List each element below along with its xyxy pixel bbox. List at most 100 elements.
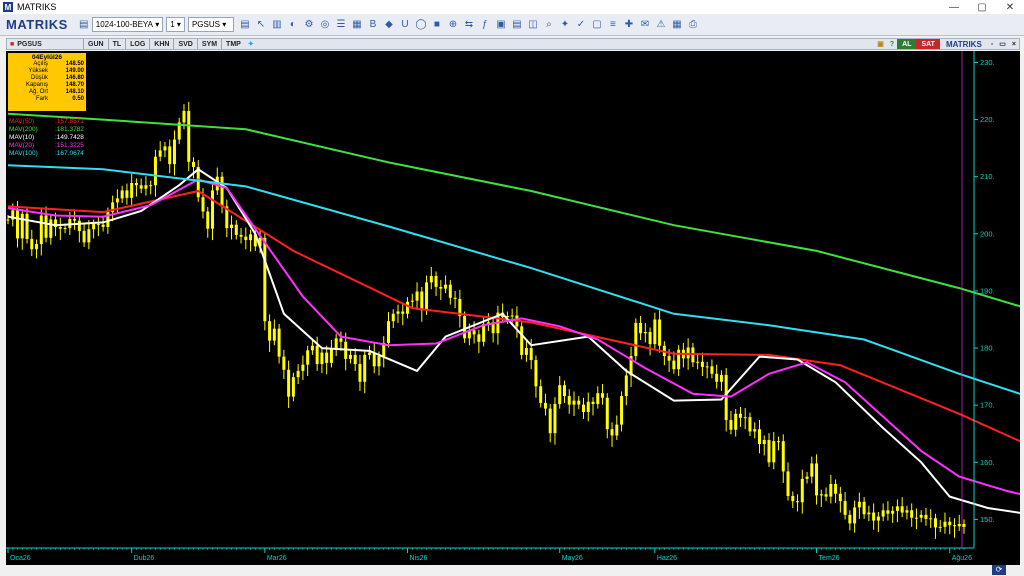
candle-body <box>35 244 39 250</box>
save-icon[interactable]: ▤ <box>238 18 252 32</box>
chart-number-select[interactable]: 1 ▾ <box>166 17 185 32</box>
candle-body <box>591 401 595 405</box>
circle-icon[interactable]: ◯ <box>414 18 428 32</box>
candle-body <box>719 374 723 382</box>
candle-body <box>757 429 761 445</box>
tab-tl[interactable]: TL <box>107 39 126 49</box>
chart-symbol-label: PGSUS <box>17 40 42 48</box>
chart-canvas[interactable]: 230. 220. 210. 200. 190. 180. 170. 160. 150. Oca2… <box>6 51 1020 565</box>
candle-body <box>144 185 148 189</box>
candle-body <box>957 524 961 527</box>
candle-body <box>358 364 362 382</box>
legend-value: :157.8571 <box>55 118 84 125</box>
maximize-button[interactable]: ▢ <box>968 2 996 13</box>
window-close-icon[interactable]: × <box>1009 41 1019 48</box>
sync-icon[interactable]: ⟳ <box>992 565 1006 575</box>
palette-icon[interactable]: ◐ <box>286 18 300 32</box>
print-icon[interactable]: ⎙ <box>686 18 700 32</box>
candle-body <box>624 375 628 397</box>
price-chart[interactable]: 230. 220. 210. 200. 190. 180. 170. 160. 150. Oca2… <box>6 51 1020 565</box>
lock-icon[interactable]: ▣ <box>874 40 887 48</box>
underline-icon[interactable]: U <box>398 18 412 32</box>
gear-icon[interactable]: ⚙ <box>302 18 316 32</box>
candle-body <box>767 440 771 463</box>
candle-body <box>115 198 119 203</box>
minimize-button[interactable]: — <box>940 2 968 13</box>
candle-body <box>724 374 728 421</box>
legend-name: MAV(50) <box>9 118 35 125</box>
candle-body <box>315 345 319 365</box>
info-label: Fark <box>36 96 48 102</box>
alert-icon[interactable]: ⚠ <box>654 18 668 32</box>
twitter-icon[interactable]: ✦ <box>245 40 257 48</box>
tab-svd[interactable]: SVD <box>173 39 196 49</box>
window-restore-icon[interactable]: ▭ <box>996 40 1009 48</box>
candle-body <box>639 322 643 334</box>
settings-icon[interactable]: ◎ <box>318 18 332 32</box>
candle-body <box>548 408 552 434</box>
layout-select[interactable]: 1024-100-BEYA ▾ <box>91 17 164 32</box>
bold-icon[interactable]: B <box>366 18 380 32</box>
layers-icon[interactable]: ≡ <box>606 18 620 32</box>
buy-button[interactable]: AL <box>897 39 917 49</box>
candle-body <box>891 510 895 514</box>
candle-body <box>39 215 43 245</box>
candle-body <box>320 352 324 365</box>
x-tick-label: Ağu26 <box>952 555 972 562</box>
symbol-select-value: PGSUS <box>191 20 220 29</box>
chart-icon[interactable]: ◫ <box>526 18 540 32</box>
window-icon[interactable]: ▢ <box>590 18 604 32</box>
compare-icon[interactable]: ⇆ <box>462 18 476 32</box>
tab-sym[interactable]: SYM <box>196 39 221 49</box>
symbol-select[interactable]: PGSUS ▾ <box>187 17 234 32</box>
candle-body <box>230 224 234 229</box>
check-icon[interactable]: ✓ <box>574 18 588 32</box>
candle-body <box>49 219 53 238</box>
candle-body <box>139 185 143 189</box>
calendar-icon[interactable]: ▣ <box>494 18 508 32</box>
window-minimize-icon[interactable]: ▫ <box>988 41 996 48</box>
tab-gun[interactable]: GUN <box>83 39 108 49</box>
candle-body <box>277 328 281 357</box>
plugin-icon[interactable]: ✚ <box>622 18 636 32</box>
grid-icon[interactable]: ▦ <box>350 18 364 32</box>
candle-body <box>92 224 96 230</box>
list-icon[interactable]: ☰ <box>334 18 348 32</box>
candle-body <box>287 369 291 397</box>
help-icon[interactable]: ? <box>887 41 897 48</box>
candle-body <box>296 370 300 378</box>
twitter-icon[interactable]: ✦ <box>558 18 572 32</box>
candle-body <box>667 356 671 361</box>
zoom-icon[interactable]: ⊕ <box>446 18 460 32</box>
candle-body <box>762 440 766 445</box>
tag-icon[interactable]: ◆ <box>382 18 396 32</box>
tab-tmp[interactable]: TMP <box>221 39 245 49</box>
cursor-icon[interactable]: ↖ <box>254 18 268 32</box>
tab-log[interactable]: LOG <box>125 39 149 49</box>
candle-body <box>962 524 966 527</box>
close-button[interactable]: ✕ <box>996 2 1024 13</box>
candle-body <box>44 215 48 238</box>
stop-icon[interactable]: ■ <box>430 18 444 32</box>
function-icon[interactable]: ƒ <box>478 18 492 32</box>
search-icon[interactable]: ⌕ <box>542 18 556 32</box>
candle-body <box>520 326 524 355</box>
calculator-icon[interactable]: ▦ <box>670 18 684 32</box>
candle-body <box>206 211 210 229</box>
candle-body <box>220 176 224 207</box>
candle-body <box>249 234 253 241</box>
bar-chart-icon[interactable]: ▥ <box>270 18 284 32</box>
email-icon[interactable]: ✉ <box>638 18 652 32</box>
candle-body <box>658 319 662 346</box>
table-icon[interactable]: ▤ <box>510 18 524 32</box>
candle-body <box>96 224 100 226</box>
sell-button[interactable]: SAT <box>916 39 940 49</box>
candle-body <box>905 510 909 513</box>
candle-body <box>653 319 657 345</box>
candle-body <box>620 396 624 425</box>
info-label: Düşük <box>30 75 48 81</box>
info-value: 148.10 <box>65 89 84 95</box>
tab-khn[interactable]: KHN <box>149 39 173 49</box>
save-icon[interactable]: ▤ <box>77 18 91 32</box>
info-value: 149.00 <box>65 68 84 74</box>
